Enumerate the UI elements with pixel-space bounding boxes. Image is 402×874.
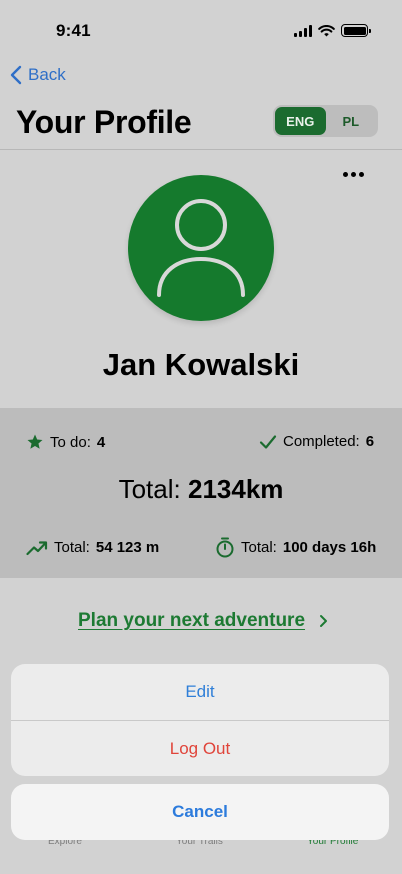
language-option-eng[interactable]: ENG	[275, 107, 326, 135]
user-name: Jan Kowalski	[102, 347, 300, 382]
total-distance-value: 2134km	[187, 474, 284, 504]
status-icons	[294, 24, 371, 37]
language-toggle[interactable]: ENG PL	[273, 105, 378, 137]
star-icon	[27, 434, 43, 449]
chevron-right-icon	[320, 615, 328, 627]
elevation-value: 54 123 m	[95, 539, 160, 556]
profile-screen: 9:41 Back Your Profile ENG PL Jan Kowals…	[0, 0, 402, 874]
status-time: 9:41	[56, 21, 91, 40]
header-divider	[0, 149, 402, 150]
status-bar: 9:41	[0, 0, 402, 60]
total-distance: Total: 2134km	[0, 474, 402, 505]
cancel-button[interactable]: Cancel	[11, 784, 389, 840]
todo-label: To do:	[50, 433, 91, 451]
completed-stat: Completed: 6	[259, 433, 374, 450]
ellipsis-icon[interactable]	[343, 172, 364, 177]
checkmark-icon	[259, 434, 277, 449]
total-distance-label: Total:	[118, 474, 181, 504]
completed-value: 6	[365, 433, 375, 450]
elevation-stat: Total: 54 123 m	[26, 539, 159, 556]
elevation-label: Total:	[54, 539, 90, 556]
completed-label: Completed:	[283, 433, 360, 450]
logout-button[interactable]: Log Out	[11, 721, 389, 776]
time-stat: Total: 100 days 16h	[215, 537, 376, 558]
time-label: Total:	[241, 539, 277, 556]
stopwatch-icon	[216, 537, 234, 558]
wifi-icon	[318, 24, 335, 36]
back-button[interactable]: Back	[10, 65, 66, 85]
time-value: 100 days 16h	[282, 539, 377, 556]
action-sheet: Edit Log Out	[11, 664, 389, 776]
edit-button[interactable]: Edit	[11, 664, 389, 720]
plan-adventure-label: Plan your next adventure	[78, 610, 306, 631]
plan-adventure-link[interactable]: Plan your next adventure	[78, 610, 328, 632]
language-option-pl[interactable]: PL	[326, 107, 377, 135]
todo-value: 4	[96, 433, 106, 451]
person-icon	[157, 199, 245, 297]
avatar	[128, 175, 274, 321]
back-label: Back	[28, 65, 66, 84]
todo-stat: To do: 4	[26, 433, 105, 451]
trend-up-icon	[26, 540, 48, 555]
page-title: Your Profile	[16, 104, 192, 140]
battery-icon	[341, 24, 371, 37]
chevron-left-icon	[10, 65, 22, 85]
cellular-signal-icon	[294, 24, 312, 37]
